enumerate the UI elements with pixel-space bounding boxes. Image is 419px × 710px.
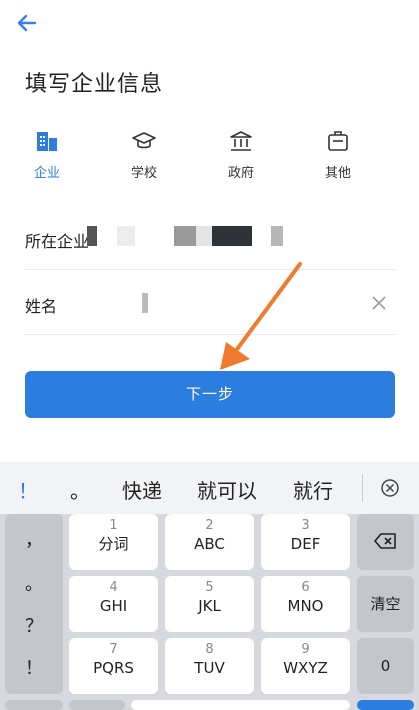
divider [362, 474, 363, 502]
key-letters: 分词 [98, 535, 129, 553]
key-number: 8 [205, 642, 214, 657]
tab-label: 学校 [130, 166, 157, 181]
backspace-icon [373, 533, 396, 549]
key-2[interactable]: 2 ABC [165, 514, 254, 570]
key-letters: MNO [287, 597, 324, 615]
collapse-keyboard-icon[interactable] [380, 478, 400, 498]
building-icon [37, 132, 57, 151]
key-number: 5 [205, 580, 214, 595]
key-number: 3 [301, 518, 310, 533]
redacted-block [271, 226, 283, 246]
tab-enterprise[interactable]: 企业 [17, 128, 77, 181]
key-number: 1 [109, 518, 118, 533]
key-letters: JKL [198, 597, 221, 615]
candidate-item[interactable]: 就可以 [197, 475, 257, 504]
enter-key[interactable] [357, 700, 414, 710]
tab-government[interactable]: 政府 [211, 128, 271, 181]
candidate-item[interactable]: 。 [70, 475, 90, 504]
key-letters: DEF [290, 535, 321, 553]
punct-key[interactable]: ！ [5, 654, 63, 680]
key-7[interactable]: 7 PQRS [69, 638, 158, 694]
redacted-block [117, 226, 135, 246]
company-label: 所在企业 [25, 232, 90, 251]
punct-key[interactable]: ， [5, 526, 63, 552]
annotation-arrow-icon [220, 262, 302, 370]
redacted-block [196, 226, 212, 246]
key-letters: WXYZ [283, 659, 328, 677]
tab-other[interactable]: 其他 [308, 128, 368, 181]
punctuation-column: ， 。 ？ ！ [5, 514, 63, 694]
name-label: 姓名 [25, 297, 58, 316]
close-icon[interactable] [371, 295, 387, 311]
back-button[interactable] [12, 8, 42, 38]
redacted-block [142, 293, 148, 313]
candidate-item[interactable]: 快递 [122, 475, 162, 504]
redacted-block [174, 226, 196, 246]
tab-label: 企业 [33, 166, 60, 181]
key-number: 9 [301, 642, 310, 657]
language-key[interactable] [69, 700, 125, 710]
key-3[interactable]: 3 DEF [261, 514, 350, 570]
tab-label: 其他 [324, 166, 351, 181]
punct-key[interactable]: ？ [5, 612, 63, 638]
space-key[interactable] [131, 700, 350, 710]
key-number: 7 [109, 642, 118, 657]
candidate-item[interactable]: 就行 [293, 475, 333, 504]
briefcase-icon [328, 131, 348, 151]
redacted-block [87, 226, 97, 246]
key-number: 2 [205, 518, 214, 533]
tab-school[interactable]: 学校 [114, 128, 174, 181]
graduation-cap-icon [132, 132, 156, 149]
candidate-item[interactable]: ！ [18, 475, 38, 504]
key-9[interactable]: 9 WXYZ [261, 638, 350, 694]
key-8[interactable]: 8 TUV [165, 638, 254, 694]
key-letters: ABC [194, 535, 225, 553]
key-1[interactable]: 1 分词 [69, 514, 158, 570]
arrow-left-icon [17, 14, 37, 32]
page-title: 填写企业信息 [25, 72, 164, 97]
key-number: 4 [109, 580, 118, 595]
redacted-block [212, 226, 252, 246]
punct-key[interactable]: 。 [5, 570, 63, 596]
clear-key[interactable]: 清空 [357, 576, 414, 632]
key-4[interactable]: 4 GHI [69, 576, 158, 632]
key-5[interactable]: 5 JKL [165, 576, 254, 632]
key-number: 6 [301, 580, 310, 595]
government-icon [230, 131, 252, 151]
key-letters: TUV [194, 659, 225, 677]
zero-key[interactable]: 0 [357, 638, 414, 694]
backspace-key[interactable] [357, 514, 414, 570]
next-button[interactable]: 下一步 [25, 371, 395, 418]
symbol-key[interactable] [5, 700, 63, 710]
tab-label: 政府 [227, 166, 254, 181]
key-6[interactable]: 6 MNO [261, 576, 350, 632]
key-letters: GHI [99, 597, 128, 615]
key-letters: PQRS [93, 659, 134, 677]
candidate-bar: ！ 。 快递 就可以 就行 [0, 462, 419, 514]
